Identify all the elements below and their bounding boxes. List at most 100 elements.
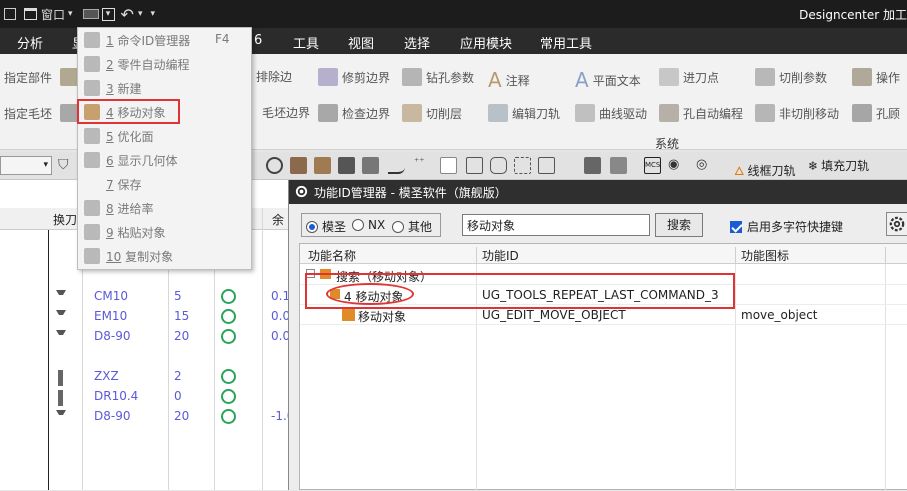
search-button[interactable]: 搜索 xyxy=(655,213,703,237)
dropdown-item-show-geometry[interactable]: 6 显示几何体 xyxy=(78,148,251,172)
tool-icon xyxy=(56,310,66,326)
table-row[interactable]: ZXZ 2 xyxy=(0,369,290,389)
check-boundary-button[interactable]: 检查边界 xyxy=(318,104,390,122)
dropdown-item-feed-rate[interactable]: 8 进给率 xyxy=(78,196,251,220)
col-function-id[interactable]: 功能ID xyxy=(482,247,519,264)
app-title: Designcenter 加工 xyxy=(799,8,907,22)
filter-dropdown[interactable]: ▾ xyxy=(0,156,52,175)
radio-nx[interactable]: NX xyxy=(352,218,385,232)
window-menu[interactable]: 窗口 xyxy=(41,6,65,23)
menu-analysis[interactable]: 分析 xyxy=(17,33,43,52)
filter-icon[interactable]: ⛉ xyxy=(58,157,69,173)
save-icon[interactable] xyxy=(4,8,16,20)
specify-blank-button[interactable]: 指定毛坯 xyxy=(4,104,84,122)
sheet-icon[interactable] xyxy=(314,157,331,174)
fill-toolpath-button[interactable]: ❄ 填充刀轨 xyxy=(808,157,869,174)
radio-mosheng[interactable]: 模圣 xyxy=(306,218,346,235)
feed-rate-icon xyxy=(84,200,100,216)
trim-boundary-button[interactable]: 修剪边界 xyxy=(318,68,390,86)
cut-levels-button[interactable]: 切削层 xyxy=(402,104,462,122)
body-icon[interactable] xyxy=(362,157,379,174)
dropdown-item-copy-object[interactable]: 10 复制对象 xyxy=(78,244,251,268)
flame-icon: 🜂 xyxy=(734,164,745,178)
col-tool-change[interactable]: 换刀 xyxy=(53,211,77,228)
window-icon[interactable] xyxy=(24,8,37,20)
gear-icon xyxy=(295,185,308,198)
customize-icon[interactable]: ▾ xyxy=(150,9,155,19)
command-id-manager-dialog: 功能ID管理器 - 模圣软件（旗舰版） 模圣 NX 其他 搜索 启用多字符快捷键… xyxy=(288,180,907,491)
operation-button[interactable]: 操作 xyxy=(852,68,900,86)
cutting-params-button[interactable]: 切削参数 xyxy=(755,68,827,86)
multi-char-shortcut-checkbox[interactable]: 启用多字符快捷键 xyxy=(730,218,843,235)
auto-hole-button[interactable]: 孔自动编程 xyxy=(659,104,743,122)
table-row[interactable]: CM10 5 0.1 xyxy=(0,289,290,309)
undo-icon[interactable]: ↶ xyxy=(121,5,134,24)
check-boundary-icon xyxy=(318,104,338,122)
eye-icon[interactable]: ◉ xyxy=(668,157,685,174)
table-row[interactable]: D8-90 20 0.0 xyxy=(0,329,290,349)
dropdown-item-new[interactable]: 3 新建 xyxy=(78,76,251,100)
curve-drive-button[interactable]: 曲线驱动 xyxy=(575,104,647,122)
dropdown-item-auto-program[interactable]: 2 零件自动编程 xyxy=(78,52,251,76)
dialog-title-bar: 功能ID管理器 - 模圣软件（旗舰版） xyxy=(289,180,907,204)
check-icon xyxy=(221,389,236,404)
entry-point-button[interactable]: 进刀点 xyxy=(659,68,719,86)
col-function-name[interactable]: 功能名称 xyxy=(308,247,356,264)
check-icon xyxy=(221,309,236,324)
chevron-down-icon[interactable]: ▾ xyxy=(138,9,143,19)
blank-boundary-button[interactable]: 毛坯边界 xyxy=(262,104,310,121)
points-icon[interactable]: ⁺⁺ xyxy=(414,157,431,174)
drill-icon xyxy=(402,68,422,86)
radio-other[interactable]: 其他 xyxy=(392,218,432,235)
keyboard-icon[interactable] xyxy=(82,9,99,19)
menu-select[interactable]: 选择 xyxy=(404,33,430,52)
snap-icon[interactable] xyxy=(538,157,555,174)
dropdown-item-paste-object[interactable]: 9 粘贴对象 xyxy=(78,220,251,244)
cube-icon[interactable] xyxy=(584,157,601,174)
polygon-icon[interactable] xyxy=(490,157,507,174)
drill-params-button[interactable]: 钻孔参数 xyxy=(402,68,474,86)
non-cutting-moves-button[interactable]: 非切削移动 xyxy=(755,104,839,122)
cut-levels-icon xyxy=(402,104,422,122)
menu-hidden[interactable]: 6 xyxy=(254,33,262,48)
menu-common-tools[interactable]: 常用工具 xyxy=(540,33,592,52)
title-bar: 窗口 ▾ ▾ ↶ ▾ ▾ Designcenter 加工 xyxy=(0,0,907,28)
solid-icon[interactable] xyxy=(338,157,355,174)
annotation-button[interactable]: A 注释 xyxy=(488,68,530,92)
specify-part-button[interactable]: 指定部件 xyxy=(4,68,84,86)
menu-view[interactable]: 视图 xyxy=(348,33,374,52)
command-id-icon xyxy=(84,32,100,48)
no-select-icon[interactable] xyxy=(266,157,283,174)
exclude-edge-button[interactable]: 排除边 xyxy=(256,68,292,85)
hide-icon[interactable]: ◎ xyxy=(696,157,713,174)
face-icon[interactable] xyxy=(290,157,307,174)
col-stock[interactable]: 余 xyxy=(272,211,284,228)
menu-tools[interactable]: 工具 xyxy=(293,33,319,52)
tool-icon xyxy=(56,410,66,426)
table-row[interactable]: D8-90 20 -1.0 xyxy=(0,409,294,429)
cube-shaded-icon[interactable] xyxy=(610,157,627,174)
mcs-icon[interactable]: MCS xyxy=(644,157,661,174)
dropdown-toggle-icon[interactable]: ▾ xyxy=(101,7,115,21)
select-cursor-icon[interactable] xyxy=(440,157,457,174)
non-cutting-icon xyxy=(755,104,775,122)
box-select-icon[interactable] xyxy=(466,157,483,174)
chevron-down-icon[interactable]: ▾ xyxy=(68,9,73,19)
curve-icon[interactable] xyxy=(388,157,405,174)
dropdown-item-save[interactable]: 7 保存 xyxy=(78,172,251,196)
wireframe-toolpath-button[interactable]: 🜂 线框刀轨 xyxy=(734,157,796,182)
hole-button[interactable]: 孔顾 xyxy=(852,104,900,122)
settings-button[interactable] xyxy=(886,212,907,236)
lasso-icon[interactable] xyxy=(514,157,531,174)
table-row[interactable]: EM10 15 0.0 xyxy=(0,309,290,329)
col-function-icon[interactable]: 功能图标 xyxy=(741,247,789,264)
check-icon xyxy=(221,289,236,304)
planar-text-button[interactable]: A 平面文本 xyxy=(575,68,641,92)
edit-toolpath-button[interactable]: 编辑刀轨 xyxy=(488,104,560,122)
dropdown-item-optimize-face[interactable]: 5 优化面 xyxy=(78,124,251,148)
dropdown-item-command-id-manager[interactable]: 1 命令ID管理器 F4 xyxy=(78,28,251,52)
menu-applications[interactable]: 应用模块 xyxy=(460,33,512,52)
table-row[interactable]: DR10.4 0 xyxy=(0,389,290,409)
quick-access-toolbar: 窗口 ▾ ▾ ↶ ▾ ▾ xyxy=(4,4,155,24)
search-input[interactable] xyxy=(462,214,650,236)
